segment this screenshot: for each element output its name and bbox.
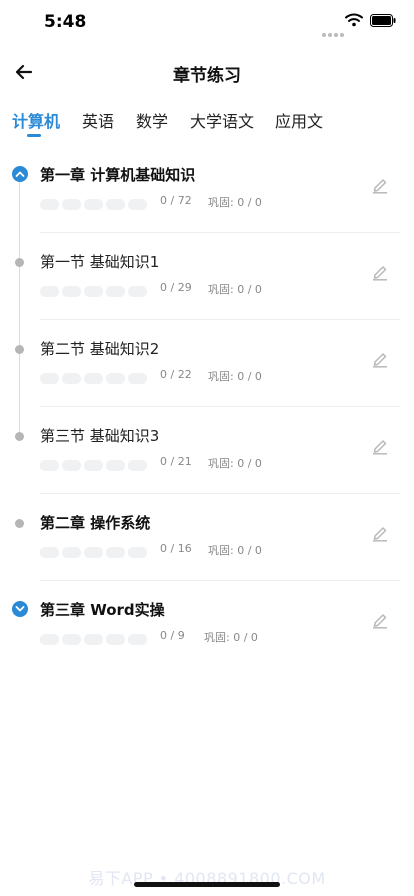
pencil-icon[interactable] bbox=[371, 611, 389, 629]
tab-english[interactable]: 英语 bbox=[82, 108, 114, 132]
subject-tabs: 计算机 英语 数学 大学语文 应用文 bbox=[0, 104, 414, 144]
battery-icon bbox=[370, 14, 396, 27]
home-indicator[interactable] bbox=[134, 882, 280, 887]
collapse-toggle[interactable] bbox=[12, 166, 28, 182]
pencil-icon[interactable] bbox=[371, 176, 389, 194]
progress-count: 0 / 29 bbox=[160, 281, 192, 294]
section-item[interactable]: 第三节 基础知识3 0 / 21 巩固: 0 / 0 bbox=[0, 407, 414, 494]
chevron-down-icon bbox=[15, 606, 25, 612]
pencil-icon[interactable] bbox=[371, 263, 389, 281]
review-count: 巩固: 0 / 0 bbox=[204, 631, 258, 644]
chapter-item[interactable]: 第三章 Word实操 0 / 9 巩固: 0 / 0 bbox=[0, 581, 414, 668]
status-bar: 5:48 bbox=[0, 0, 414, 44]
pencil-icon[interactable] bbox=[371, 350, 389, 368]
section-item[interactable]: 第二节 基础知识2 0 / 22 巩固: 0 / 0 bbox=[0, 320, 414, 407]
progress-count: 0 / 9 bbox=[160, 629, 185, 642]
timeline-dot bbox=[15, 345, 24, 354]
review-count: 巩固: 0 / 0 bbox=[208, 283, 262, 296]
tab-applied-writing[interactable]: 应用文 bbox=[275, 108, 323, 132]
review-count: 巩固: 0 / 0 bbox=[208, 370, 262, 383]
status-time: 5:48 bbox=[44, 12, 87, 32]
tab-computer[interactable]: 计算机 bbox=[12, 108, 60, 132]
expand-toggle[interactable] bbox=[12, 601, 28, 617]
section-title: 第二节 基础知识2 bbox=[40, 340, 160, 358]
progress-bar bbox=[40, 195, 150, 210]
review-count: 巩固: 0 / 0 bbox=[208, 196, 262, 209]
progress-bar bbox=[40, 369, 150, 384]
chapter-title: 第一章 计算机基础知识 bbox=[40, 166, 196, 184]
section-title: 第三节 基础知识3 bbox=[40, 427, 160, 445]
chevron-up-icon bbox=[15, 171, 25, 177]
page-title: 章节练习 bbox=[173, 66, 241, 86]
timeline-dot bbox=[15, 432, 24, 441]
progress-bar bbox=[40, 630, 150, 645]
timeline-dot bbox=[15, 258, 24, 267]
progress-count: 0 / 22 bbox=[160, 368, 192, 381]
progress-count: 0 / 72 bbox=[160, 194, 192, 207]
tab-math[interactable]: 数学 bbox=[136, 108, 168, 132]
progress-count: 0 / 16 bbox=[160, 542, 192, 555]
progress-bar bbox=[40, 282, 150, 297]
chapter-title: 第三章 Word实操 bbox=[40, 601, 165, 619]
tab-college-chinese[interactable]: 大学语文 bbox=[190, 108, 254, 132]
section-item[interactable]: 第一节 基础知识1 0 / 29 巩固: 0 / 0 bbox=[0, 233, 414, 320]
timeline-dot bbox=[15, 519, 24, 528]
chapter-title: 第二章 操作系统 bbox=[40, 514, 151, 532]
progress-count: 0 / 21 bbox=[160, 455, 192, 468]
chapter-item[interactable]: 第一章 计算机基础知识 0 / 72 巩固: 0 / 0 bbox=[0, 146, 414, 233]
review-count: 巩固: 0 / 0 bbox=[208, 457, 262, 470]
progress-bar bbox=[40, 456, 150, 471]
nav-bar: 章节练习 bbox=[0, 50, 414, 94]
chapter-list: 第一章 计算机基础知识 0 / 72 巩固: 0 / 0 第一节 基础知识1 0… bbox=[0, 146, 414, 668]
active-tab-indicator bbox=[27, 134, 41, 137]
pencil-icon[interactable] bbox=[371, 437, 389, 455]
wifi-icon bbox=[345, 13, 363, 27]
signal-icon bbox=[322, 22, 346, 41]
pencil-icon[interactable] bbox=[371, 524, 389, 542]
chapter-item[interactable]: 第二章 操作系统 0 / 16 巩固: 0 / 0 bbox=[0, 494, 414, 581]
review-count: 巩固: 0 / 0 bbox=[208, 544, 262, 557]
progress-bar bbox=[40, 543, 150, 558]
section-title: 第一节 基础知识1 bbox=[40, 253, 160, 271]
